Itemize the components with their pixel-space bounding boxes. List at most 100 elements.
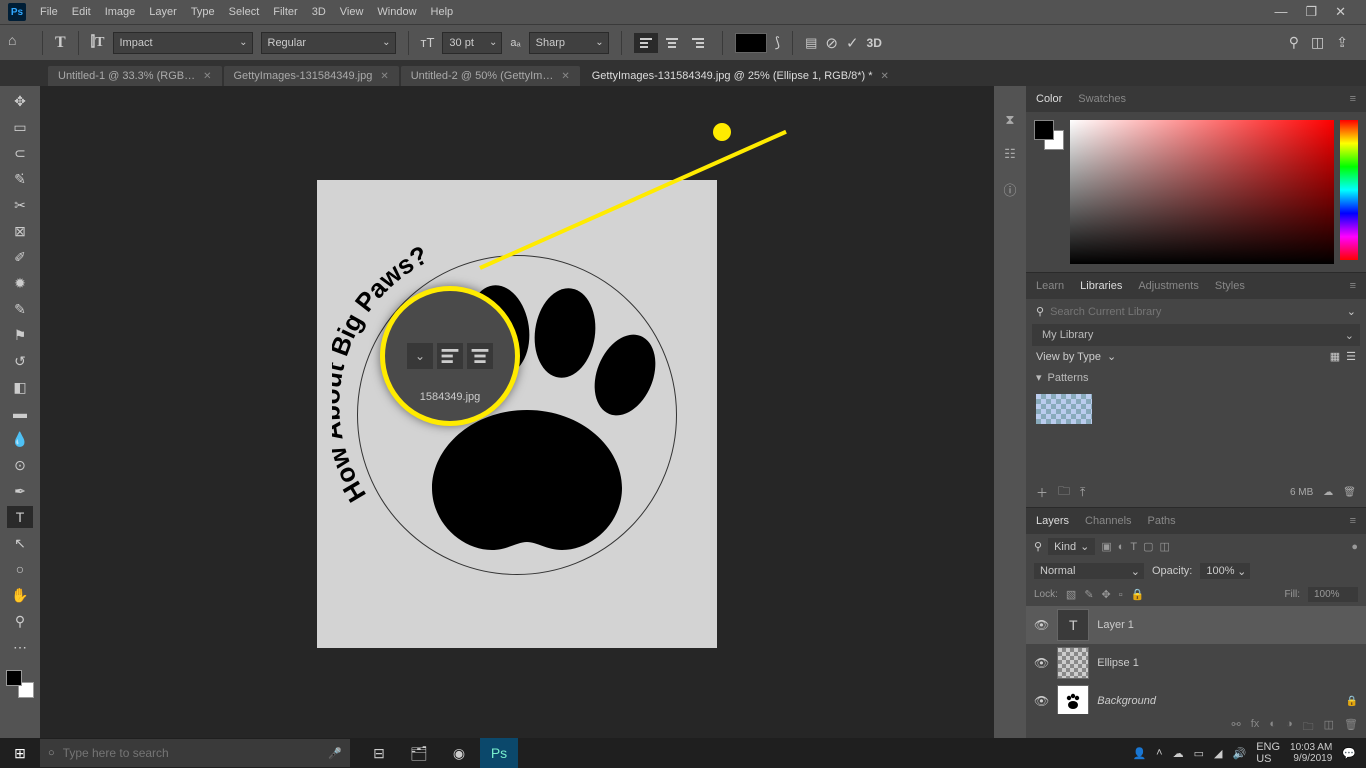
close-icon[interactable]: ✕ xyxy=(1335,4,1346,20)
explorer-icon[interactable]: 🗂 xyxy=(400,738,438,768)
mask-icon[interactable]: ◐ xyxy=(1269,718,1276,737)
lock-icon[interactable]: 🔒 xyxy=(1346,696,1358,707)
library-search[interactable]: ⚲ ⌄ xyxy=(1026,299,1366,324)
onedrive-icon[interactable]: ☁ xyxy=(1173,747,1184,760)
taskbar-search-input[interactable] xyxy=(63,746,321,760)
foreground-background-colors[interactable] xyxy=(6,670,34,698)
visibility-icon[interactable]: 👁 xyxy=(1034,694,1049,708)
tab-close-icon[interactable]: ✕ xyxy=(380,71,388,82)
menu-image[interactable]: Image xyxy=(105,6,136,18)
link-icon[interactable]: ⚯ xyxy=(1232,718,1241,737)
fx-icon[interactable]: fx xyxy=(1251,718,1260,737)
menu-layer[interactable]: Layer xyxy=(149,6,177,18)
lang-indicator[interactable]: ENGUS xyxy=(1256,741,1280,765)
notifications-icon[interactable]: 💬 xyxy=(1342,747,1356,760)
frame-tool[interactable]: ⊠ xyxy=(7,220,33,242)
color-field[interactable] xyxy=(1070,120,1334,264)
font-family-dropdown[interactable]: Impact xyxy=(113,32,253,54)
tab-close-icon[interactable]: ✕ xyxy=(881,71,889,82)
blend-mode-dropdown[interactable]: Normal xyxy=(1034,563,1144,579)
trash-icon[interactable]: 🗑 xyxy=(1343,487,1356,498)
tab-adjustments[interactable]: Adjustments xyxy=(1138,280,1199,292)
color-fgbg[interactable] xyxy=(1034,120,1064,150)
minimize-icon[interactable]: — xyxy=(1274,4,1287,20)
panel-menu-icon[interactable]: ≡ xyxy=(1350,93,1356,105)
align-left-button[interactable] xyxy=(634,33,658,53)
pen-tool[interactable]: ✒ xyxy=(7,480,33,502)
hue-slider[interactable] xyxy=(1340,120,1358,260)
lock-position-icon[interactable]: ✥ xyxy=(1102,588,1111,601)
stamp-tool[interactable]: ⚑ xyxy=(7,324,33,346)
char-panel-icon[interactable]: ▤ xyxy=(805,35,817,51)
orientation-icon[interactable]: ⫿T xyxy=(91,35,105,51)
zoom-tool[interactable]: ⚲ xyxy=(7,610,33,632)
visibility-icon[interactable]: 👁 xyxy=(1034,618,1049,632)
menu-window[interactable]: Window xyxy=(377,6,416,18)
3d-button[interactable]: 3D xyxy=(867,36,882,50)
align-center-button[interactable] xyxy=(660,33,684,53)
cancel-icon[interactable]: ⊘ xyxy=(825,34,838,52)
tab-untitled-1[interactable]: Untitled-1 @ 33.3% (RGB…✕ xyxy=(48,66,222,86)
history-brush-tool[interactable]: ↺ xyxy=(7,350,33,372)
tab-swatches[interactable]: Swatches xyxy=(1078,93,1126,105)
type-tool-icon[interactable]: T xyxy=(55,34,66,52)
cloud-icon[interactable]: ☁ xyxy=(1323,487,1333,498)
layer-name[interactable]: Ellipse 1 xyxy=(1097,657,1358,669)
menu-edit[interactable]: Edit xyxy=(72,6,91,18)
filter-shape-icon[interactable]: ▢ xyxy=(1143,540,1153,553)
heal-tool[interactable]: ✹ xyxy=(7,272,33,294)
properties-icon[interactable]: ☷ xyxy=(1004,146,1016,162)
chrome-icon[interactable]: ◉ xyxy=(440,738,478,768)
tab-color[interactable]: Color xyxy=(1036,93,1062,105)
search-icon[interactable]: ⚲ xyxy=(1289,34,1299,51)
blur-tool[interactable]: 💧 xyxy=(7,428,33,450)
mic-icon[interactable]: 🎤 xyxy=(328,747,342,760)
warp-text-icon[interactable]: ⟆ xyxy=(775,34,780,51)
new-layer-icon[interactable]: ◫ xyxy=(1324,718,1334,737)
pattern-thumbnail[interactable] xyxy=(1036,394,1092,424)
volume-icon[interactable]: 🔊 xyxy=(1232,747,1246,760)
chevron-down-icon[interactable]: ⌄ xyxy=(1347,305,1356,318)
lasso-tool[interactable]: ⊂ xyxy=(7,142,33,164)
view-by-label[interactable]: View by Type xyxy=(1036,351,1101,363)
trash-icon[interactable]: 🗑 xyxy=(1344,718,1358,737)
tab-close-icon[interactable]: ✕ xyxy=(203,71,211,82)
hand-tool[interactable]: ✋ xyxy=(7,584,33,606)
filter-type-icon[interactable]: T xyxy=(1130,541,1137,553)
panel-menu-icon[interactable]: ≡ xyxy=(1350,280,1356,292)
lock-all-icon[interactable]: 🔒 xyxy=(1131,588,1145,601)
menu-filter[interactable]: Filter xyxy=(273,6,297,18)
grid-view-icon[interactable]: ▦ xyxy=(1330,350,1340,363)
task-view-icon[interactable]: ⊟ xyxy=(360,738,398,768)
tab-getty-1[interactable]: GettyImages-131584349.jpg✕ xyxy=(224,66,399,86)
menu-help[interactable]: Help xyxy=(431,6,454,18)
lock-transparent-icon[interactable]: ▧ xyxy=(1066,588,1076,601)
curved-type[interactable]: How About Big Paws? xyxy=(332,230,692,590)
info-icon[interactable]: ⓘ xyxy=(1003,180,1016,199)
group-icon[interactable]: 🗀 xyxy=(1303,718,1314,737)
photoshop-taskbar-icon[interactable]: Ps xyxy=(480,738,518,768)
path-select-tool[interactable]: ↖ xyxy=(7,532,33,554)
gradient-tool[interactable]: ▬ xyxy=(7,402,33,424)
tab-learn[interactable]: Learn xyxy=(1036,280,1064,292)
tab-getty-2[interactable]: GettyImages-131584349.jpg @ 25% (Ellipse… xyxy=(582,66,899,86)
filter-toggle[interactable]: ● xyxy=(1351,541,1358,553)
library-search-input[interactable] xyxy=(1050,306,1341,318)
dodge-tool[interactable]: ⊙ xyxy=(7,454,33,476)
battery-icon[interactable]: ▭ xyxy=(1194,747,1204,760)
edit-toolbar[interactable]: ⋯ xyxy=(7,636,33,658)
filter-kind-dropdown[interactable]: Kind⌄ xyxy=(1048,538,1095,555)
adjustment-icon[interactable]: ◑ xyxy=(1286,718,1293,737)
brush-tool[interactable]: ✎ xyxy=(7,298,33,320)
library-select[interactable]: My Library xyxy=(1032,324,1360,346)
menu-select[interactable]: Select xyxy=(229,6,260,18)
clock[interactable]: 10:03 AM9/9/2019 xyxy=(1290,742,1332,764)
layer-name[interactable]: Layer 1 xyxy=(1097,619,1358,631)
align-right-button[interactable] xyxy=(686,33,710,53)
lock-paint-icon[interactable]: ✎ xyxy=(1084,588,1093,601)
start-button[interactable]: ⊞ xyxy=(0,738,40,768)
tab-layers[interactable]: Layers xyxy=(1036,515,1069,527)
antialias-dropdown[interactable]: Sharp xyxy=(529,32,609,54)
patterns-section[interactable]: Patterns xyxy=(1048,372,1089,384)
fill-dropdown[interactable]: 100% xyxy=(1308,587,1358,602)
